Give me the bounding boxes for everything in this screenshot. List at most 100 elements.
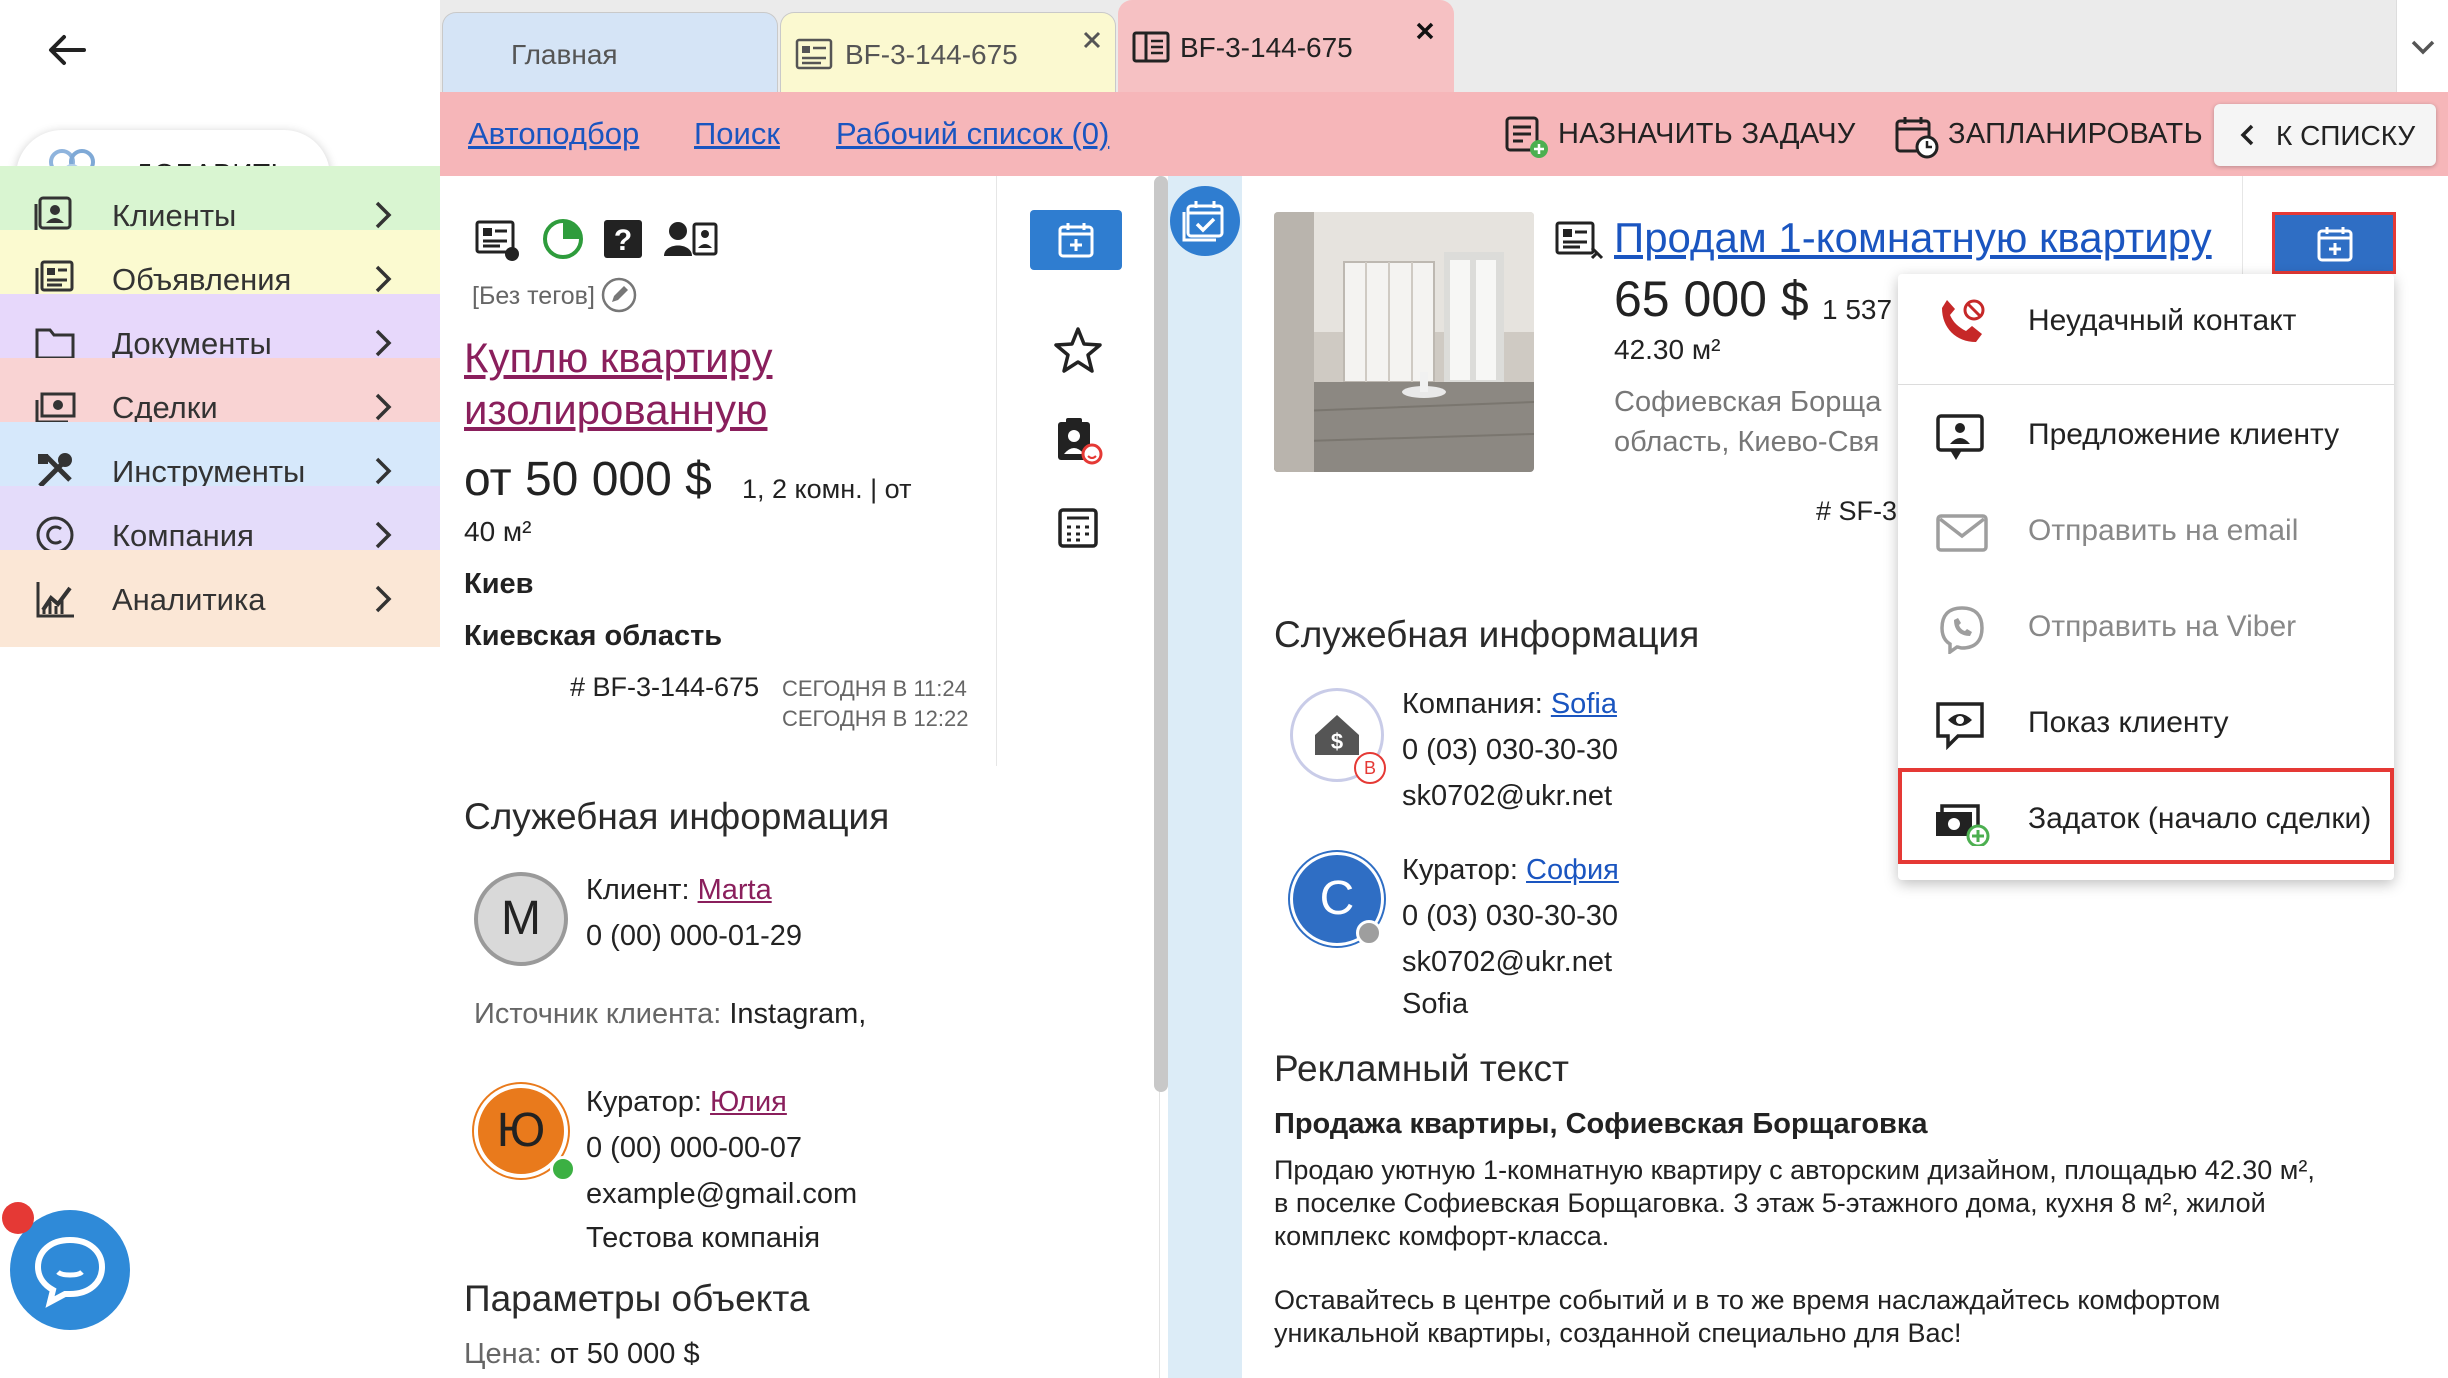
tab-label: BF-3-144-675 (845, 39, 1018, 70)
tab-bar: Главная BF-3-144-675 BF-3-144-675 (440, 0, 2448, 92)
sidebar-item-label: Аналитика (112, 582, 266, 617)
listing-address: Софиевская Борща (1614, 386, 1882, 418)
menu-item-send-email[interactable]: Отправить на email (1898, 484, 2394, 580)
offer-client-icon (1936, 414, 1984, 460)
assign-task-button[interactable]: НАЗНАЧИТЬ ЗАДАЧУ (1504, 110, 1855, 160)
online-status-dot (550, 1156, 576, 1182)
scrollbar[interactable] (1154, 176, 1168, 1092)
question-icon[interactable]: ? (600, 216, 646, 262)
listing-curator-row: Куратор: София (1402, 854, 1619, 887)
chevron-right-icon (375, 585, 392, 613)
updated-time: СЕГОДНЯ В 12:22 (782, 706, 969, 731)
listing-curator-company: Sofia (1402, 988, 1469, 1020)
edit-icon[interactable] (600, 276, 638, 314)
request-price: от 50 000 $ (464, 453, 712, 506)
client-phone: 0 (00) 000-01-29 (586, 920, 803, 952)
close-icon[interactable] (1412, 18, 1438, 44)
contacts-card-icon[interactable] (662, 216, 718, 262)
request-region: Киевская область (464, 620, 723, 652)
curator-row: Куратор: Юлия (586, 1086, 787, 1119)
worklist-link[interactable]: Рабочий список (0) (836, 116, 1109, 152)
star-icon[interactable] (1052, 324, 1104, 376)
service-info-heading: Служебная информация (464, 796, 890, 837)
viber-icon (1940, 606, 1984, 654)
menu-item-label: Показ клиенту (2028, 706, 2229, 739)
menu-item-failed-contact[interactable]: Неудачный контакт (1898, 274, 2394, 370)
sidebar-item-analytics[interactable]: Аналитика (0, 550, 440, 647)
tab-home[interactable]: Главная (442, 12, 778, 92)
schedule-button[interactable]: ЗАПЛАНИРОВАТЬ (1894, 110, 2203, 160)
curator-name-link[interactable]: Юлия (710, 1086, 787, 1118)
request-rooms: 1, 2 комн. | от (742, 474, 912, 504)
company-name-link[interactable]: Sofia (1551, 688, 1617, 720)
source-label: Источник клиента: (474, 998, 722, 1030)
apartment-photo-image (1274, 212, 1534, 472)
listing-area: 42.30 м² (1614, 334, 1721, 365)
menu-item-deposit[interactable]: Задаток (начало сделки) (1898, 772, 2394, 868)
listing-curator-email: sk0702@ukr.net (1402, 946, 1613, 978)
listing-curator-name-link[interactable]: София (1526, 854, 1619, 886)
tab-label: Главная (511, 39, 618, 70)
ad-title: Продажа квартиры, Софиевская Борщаговка (1274, 1108, 1928, 1140)
calendar-clock-icon (1895, 117, 1939, 159)
tags-label: [Без тегов] (472, 282, 595, 310)
menu-item-send-viber[interactable]: Отправить на Viber (1898, 580, 2394, 676)
email-icon (1936, 514, 1988, 552)
chevron-right-icon (375, 265, 392, 293)
progress-icon[interactable] (540, 216, 586, 262)
chevron-right-icon (375, 393, 392, 421)
calendar-add-button[interactable] (1030, 210, 1122, 270)
autoselect-link[interactable]: Автоподбор (468, 116, 639, 152)
ad-line: уникальной квартиры, созданной специальн… (1274, 1318, 1962, 1348)
calculator-icon[interactable] (1052, 502, 1104, 554)
request-code: # BF-3-144-675 (570, 672, 760, 702)
back-to-list-button[interactable]: К СПИСКУ (2214, 104, 2436, 166)
request-area: 40 м² (464, 516, 532, 547)
back-arrow-icon[interactable] (40, 20, 104, 80)
tab-listing-request[interactable]: BF-3-144-675 (780, 12, 1116, 92)
clipboard-user-icon[interactable] (1052, 414, 1104, 466)
menu-item-label: Неудачный контакт (2028, 304, 2297, 337)
close-icon[interactable] (1079, 27, 1105, 53)
ad-line: в поселке Софиевская Борщаговка. 3 этаж … (1274, 1188, 2266, 1218)
menu-item-showing[interactable]: Показ клиенту (1898, 676, 2394, 772)
chevron-left-icon (2240, 124, 2254, 146)
search-link[interactable]: Поиск (694, 116, 780, 152)
menu-item-label: Задаток (начало сделки) (2028, 802, 2372, 835)
assign-task-label: НАЗНАЧИТЬ ЗАДАЧУ (1558, 118, 1856, 150)
listing-photo[interactable] (1274, 212, 1534, 472)
showing-icon (1936, 702, 1984, 750)
menu-item-label: Отправить на Viber (2028, 610, 2297, 643)
listing-card-icon[interactable] (1554, 218, 1604, 264)
sidebar-item-label: Объявления (112, 262, 292, 297)
request-title-line: изолированную (464, 386, 768, 433)
curator-label: Куратор: (1402, 854, 1518, 886)
client-avatar: M (474, 872, 568, 966)
listing-curator-phone: 0 (03) 030-30-30 (1402, 900, 1619, 932)
request-title-line: Куплю квартиру (464, 334, 773, 381)
compare-button[interactable] (1170, 186, 1240, 256)
listing-title-link[interactable]: Продам 1-комнатную квартиру (1614, 214, 2212, 262)
ad-text-heading: Рекламный текст (1274, 1048, 1569, 1089)
object-params-heading: Параметры объекта (464, 1278, 810, 1319)
listing-code: # SF-3- (1816, 496, 1907, 526)
deposit-icon (1936, 804, 1990, 846)
back-to-list-label: К СПИСКУ (2276, 120, 2416, 151)
request-title-link[interactable]: Куплю квартиру изолированную (464, 332, 772, 436)
client-name-link[interactable]: Marta (698, 874, 772, 906)
action-bar: Автоподбор Поиск Рабочий список (0) НАЗН… (440, 92, 2448, 176)
book-icon (1132, 31, 1170, 63)
request-card-icon[interactable] (474, 216, 520, 262)
menu-item-label: Предложение клиенту (2028, 418, 2340, 451)
tabs-dropdown-button[interactable] (2396, 0, 2448, 92)
calendar-add-dropdown-button[interactable] (2272, 212, 2396, 274)
ad-line: Оставайтесь в центре событий и в то же в… (1274, 1285, 2221, 1315)
sidebar-item-label: Инструменты (112, 454, 306, 489)
curator-company: Тестова компанія (586, 1222, 821, 1254)
menu-item-offer-client[interactable]: Предложение клиенту (1898, 388, 2394, 484)
sidebar-item-label: Компания (112, 518, 254, 553)
tab-active[interactable]: BF-3-144-675 (1118, 0, 1454, 92)
chevron-right-icon (375, 521, 392, 549)
company-badge: B (1354, 752, 1386, 784)
source-value: Instagram, (729, 998, 867, 1030)
